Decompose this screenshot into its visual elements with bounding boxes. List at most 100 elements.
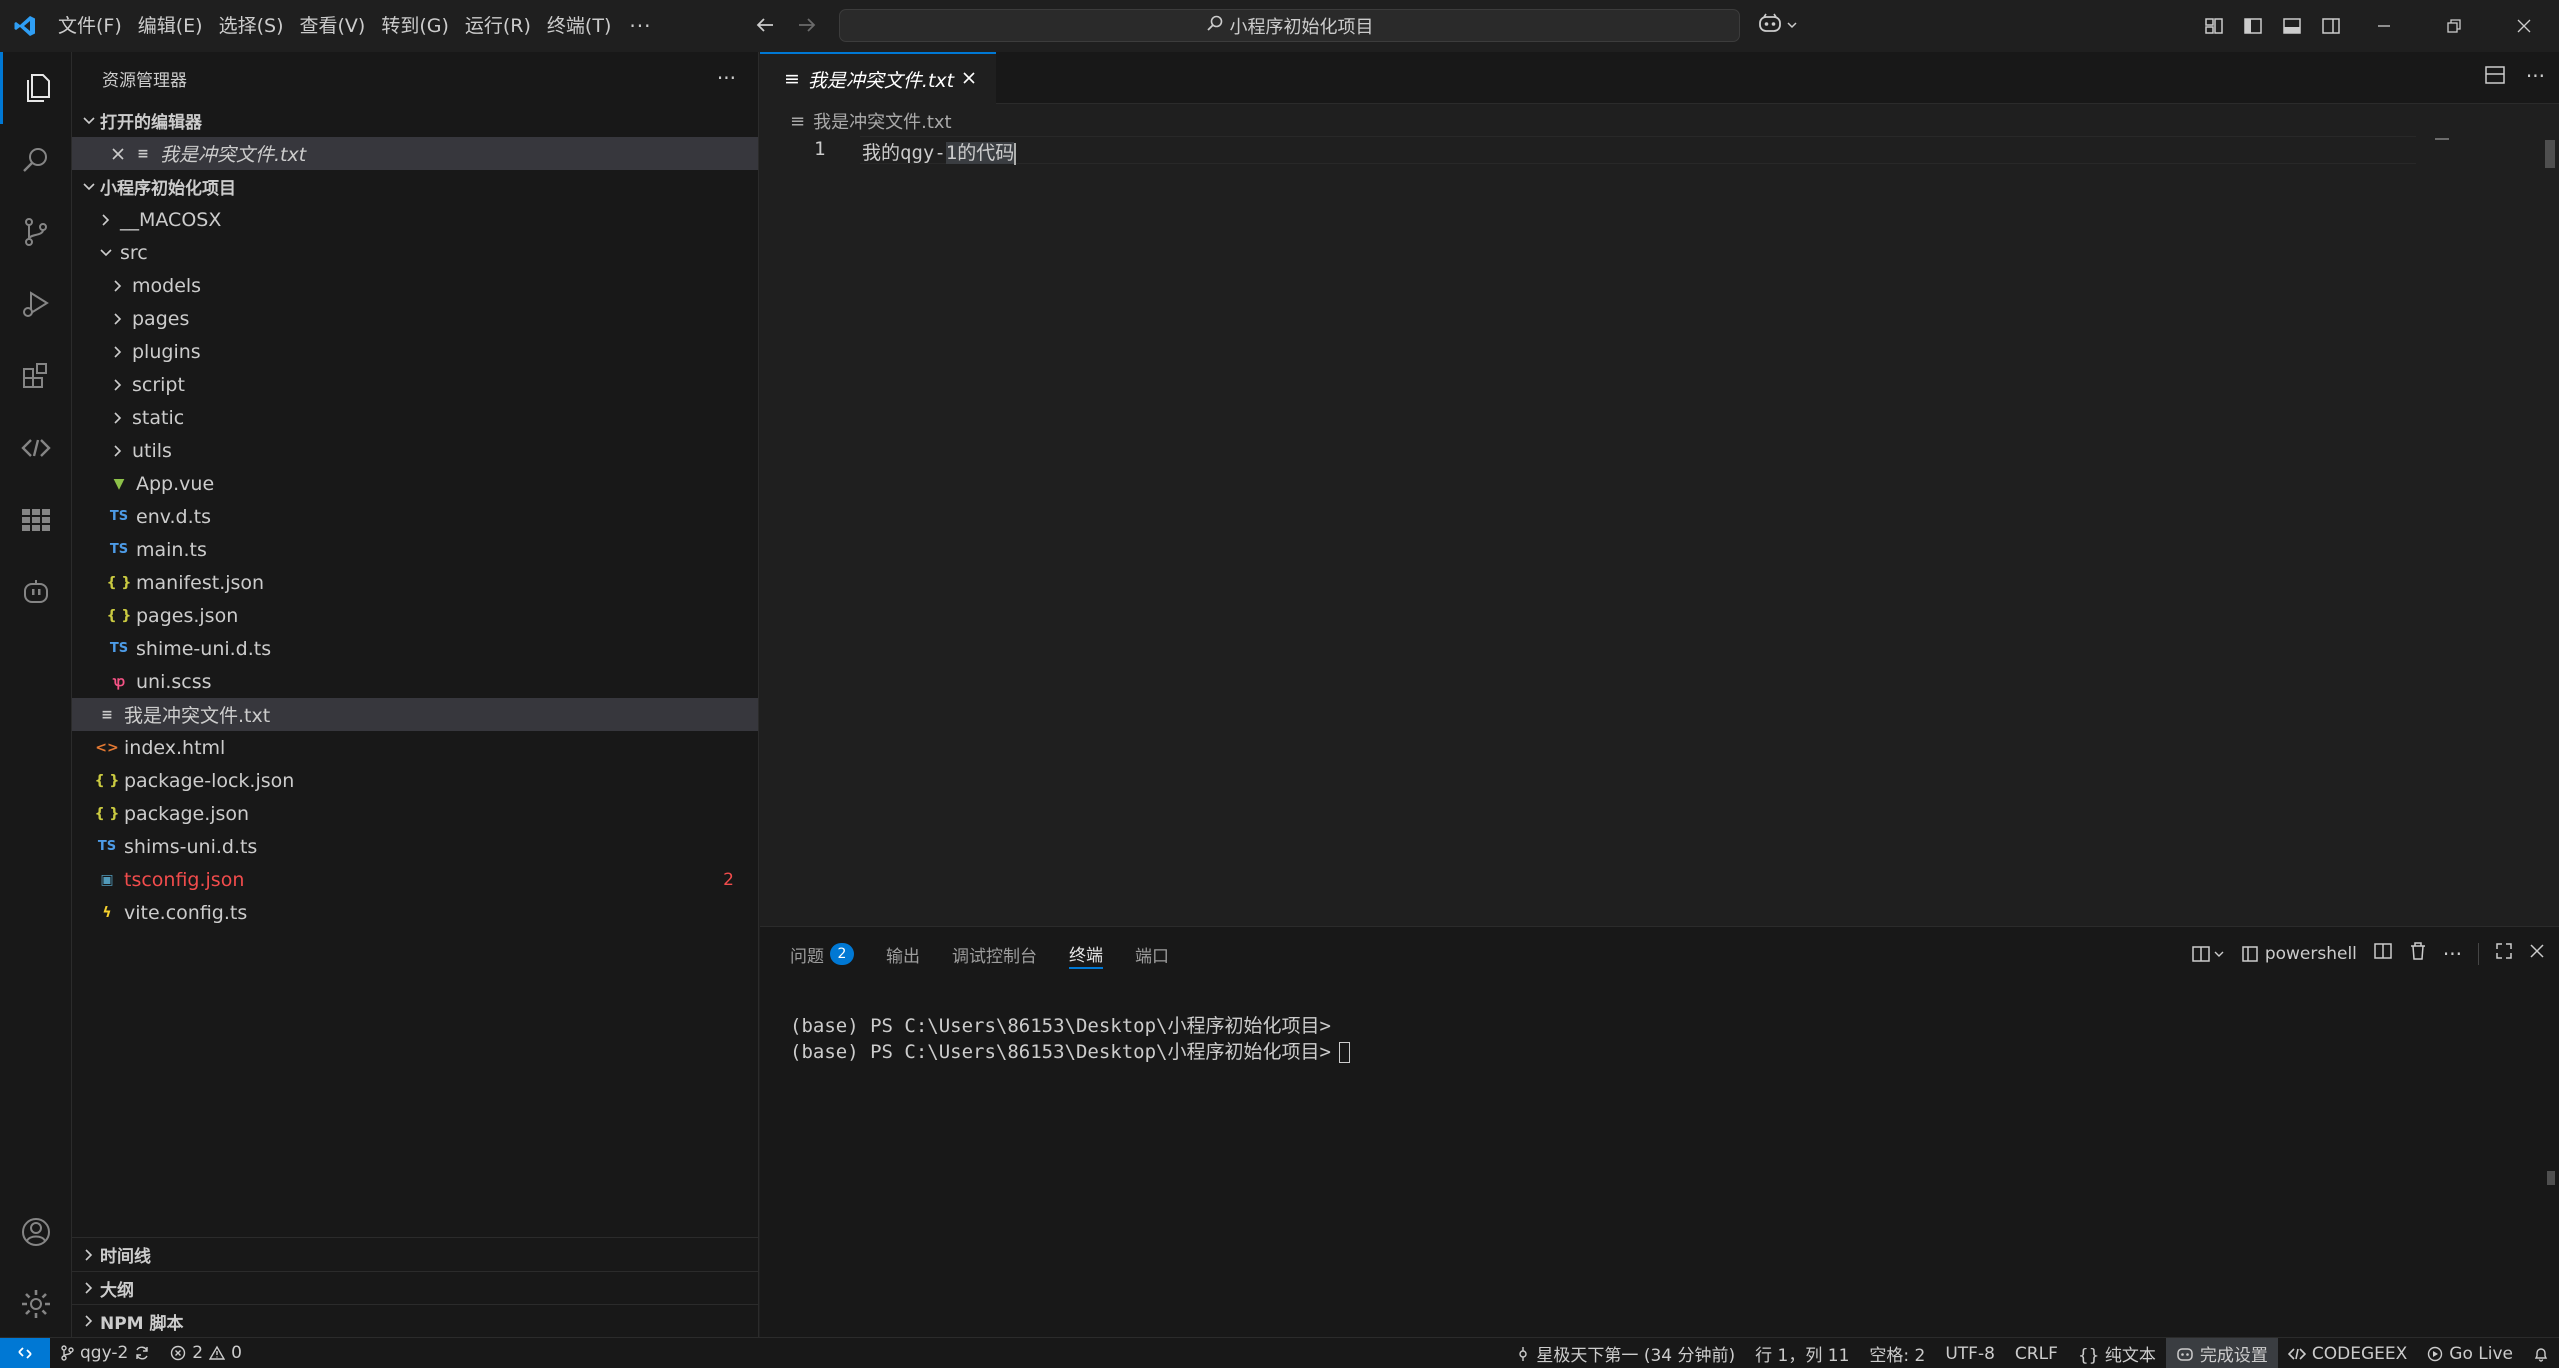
manage-gear-icon[interactable] <box>0 1268 72 1340</box>
scrollbar-thumb[interactable] <box>2545 140 2555 168</box>
line-ending[interactable]: CRLF <box>2005 1338 2068 1368</box>
extensions-icon[interactable] <box>0 340 72 412</box>
problems-indicator[interactable]: 2 0 <box>160 1338 252 1368</box>
menu-terminal[interactable]: 终端(T) <box>539 8 619 44</box>
maximize-panel-icon[interactable] <box>2495 942 2513 965</box>
tree-file[interactable]: <> index.html <box>72 731 758 764</box>
tree-file[interactable]: TS shime-uni.d.ts <box>72 632 758 665</box>
editor-tab[interactable]: ≡ 我是冲突文件.txt <box>760 52 996 104</box>
forward-arrow-icon[interactable] <box>794 12 820 38</box>
terminal-line[interactable]: (base) PS C:\Users\86153\Desktop\小程序初始化项… <box>790 1037 1350 1064</box>
tab-problems[interactable]: 问题 2 <box>790 939 854 969</box>
close-editor-icon[interactable] <box>108 147 128 161</box>
tree-folder[interactable]: pages <box>72 302 758 335</box>
tree-file[interactable]: ▼ App.vue <box>72 467 758 500</box>
tab-output[interactable]: 输出 <box>886 939 920 969</box>
branch-indicator[interactable]: qgy-2 <box>50 1338 160 1368</box>
code-line[interactable]: 我的qgy-1的代码 <box>862 138 1017 165</box>
breadcrumb[interactable]: ≡ 我是冲突文件.txt <box>790 108 952 134</box>
terminal-line: (base) PS C:\Users\86153\Desktop\小程序初始化项… <box>790 1015 1331 1037</box>
menu-file[interactable]: 文件(F) <box>50 8 130 44</box>
source-control-icon[interactable] <box>0 196 72 268</box>
explorer-more-button[interactable]: ··· <box>717 66 736 90</box>
explorer-icon[interactable] <box>0 52 72 124</box>
minimize-icon[interactable] <box>2349 0 2419 52</box>
text-file-icon: ≡ <box>790 110 806 132</box>
run-debug-icon[interactable] <box>0 268 72 340</box>
command-center-search[interactable]: 小程序初始化项目 <box>839 9 1740 42</box>
menu-edit[interactable]: 编辑(E) <box>130 8 211 44</box>
outline-section[interactable]: 大纲 <box>72 1271 759 1304</box>
code-selection: 1的代码 <box>945 142 1015 164</box>
terminal-shell-selector[interactable]: powershell <box>2241 944 2357 964</box>
git-blame-indicator[interactable]: 星极天下第一 (34 分钟前) <box>1506 1338 1745 1368</box>
tree-file[interactable]: { } pages.json <box>72 599 758 632</box>
tree-file[interactable]: TS env.d.ts <box>72 500 758 533</box>
split-terminal-icon[interactable] <box>2373 941 2393 966</box>
tree-file[interactable]: ꝕ uni.scss <box>72 665 758 698</box>
search-view-icon[interactable] <box>0 124 72 196</box>
close-window-icon[interactable] <box>2489 0 2559 52</box>
copilot-icon <box>2177 1347 2193 1361</box>
terminal-scrollbar[interactable] <box>2547 1171 2555 1185</box>
panel-more-icon[interactable]: ··· <box>2443 942 2462 966</box>
tree-folder[interactable]: plugins <box>72 335 758 368</box>
trash-icon[interactable] <box>2409 941 2427 966</box>
close-panel-icon[interactable] <box>2529 943 2545 964</box>
tree-folder[interactable]: models <box>72 269 758 302</box>
menu-more-button[interactable]: ··· <box>619 14 661 38</box>
tab-debug-console[interactable]: 调试控制台 <box>952 939 1037 969</box>
toggle-secondary-sidebar-icon[interactable] <box>2317 12 2344 39</box>
copilot-menu[interactable] <box>1757 12 1799 39</box>
encoding[interactable]: UTF-8 <box>1935 1338 2005 1368</box>
tree-folder[interactable]: src <box>72 236 758 269</box>
split-editor-icon[interactable] <box>2484 64 2506 91</box>
open-editor-item[interactable]: ≡ 我是冲突文件.txt <box>72 137 758 170</box>
timeline-section[interactable]: 时间线 <box>72 1238 759 1271</box>
npm-scripts-section[interactable]: NPM 脚本 <box>72 1304 759 1337</box>
tree-file[interactable]: ϟ vite.config.ts <box>72 896 758 929</box>
tree-file[interactable]: ▣ tsconfig.json 2 <box>72 863 758 896</box>
toggle-panel-icon[interactable] <box>2278 12 2305 39</box>
cursor-position[interactable]: 行 1，列 11 <box>1745 1338 1859 1368</box>
menu-view[interactable]: 查看(V) <box>292 8 374 44</box>
toggle-primary-sidebar-icon[interactable] <box>2239 12 2266 39</box>
setup-indicator[interactable]: 完成设置 <box>2165 1338 2278 1368</box>
tree-file[interactable]: ≡ 我是冲突文件.txt <box>72 698 758 731</box>
customize-layout-icon[interactable] <box>2200 12 2227 39</box>
project-section[interactable]: 小程序初始化项目 <box>72 170 758 203</box>
accounts-icon[interactable] <box>0 1196 72 1268</box>
tree-folder[interactable]: script <box>72 368 758 401</box>
notifications-indicator[interactable] <box>2523 1338 2559 1368</box>
codegeex-icon[interactable] <box>0 412 72 484</box>
menu-run[interactable]: 运行(R) <box>457 8 539 44</box>
language-mode[interactable]: {} 纯文本 <box>2068 1338 2166 1368</box>
golive-indicator[interactable]: Go Live <box>2417 1338 2523 1368</box>
menu-go[interactable]: 转到(G) <box>373 8 457 44</box>
remote-icon[interactable] <box>0 1337 50 1368</box>
apps-grid-icon[interactable] <box>0 484 72 556</box>
tree-file[interactable]: { } manifest.json <box>72 566 758 599</box>
tree-file[interactable]: { } package-lock.json <box>72 764 758 797</box>
back-arrow-icon[interactable] <box>752 12 778 38</box>
code-editor[interactable]: 1 我的qgy-1的代码 <box>760 136 2559 926</box>
tree-folder[interactable]: static <box>72 401 758 434</box>
codegeex-indicator[interactable]: CODEGEEX <box>2278 1338 2417 1368</box>
tree-file[interactable]: { } package.json <box>72 797 758 830</box>
close-tab-icon[interactable] <box>962 68 976 90</box>
menu-selection[interactable]: 选择(S) <box>211 8 292 44</box>
tree-file[interactable]: TS shims-uni.d.ts <box>72 830 758 863</box>
tree-folder[interactable]: __MACOSX <box>72 203 758 236</box>
open-editors-section[interactable]: 打开的编辑器 <box>72 104 758 137</box>
tree-file[interactable]: TS main.ts <box>72 533 758 566</box>
tab-terminal[interactable]: 终端 <box>1069 939 1103 969</box>
tree-folder[interactable]: utils <box>72 434 758 467</box>
copilot-chat-icon[interactable] <box>0 556 72 628</box>
new-terminal-split-icon[interactable] <box>2191 944 2225 964</box>
indentation[interactable]: 空格: 2 <box>1859 1338 1935 1368</box>
restore-icon[interactable] <box>2419 0 2489 52</box>
chevron-right-icon <box>108 312 128 326</box>
tab-ports[interactable]: 端口 <box>1135 939 1169 969</box>
more-actions-icon[interactable]: ··· <box>2526 64 2545 91</box>
search-icon <box>1206 14 1224 37</box>
